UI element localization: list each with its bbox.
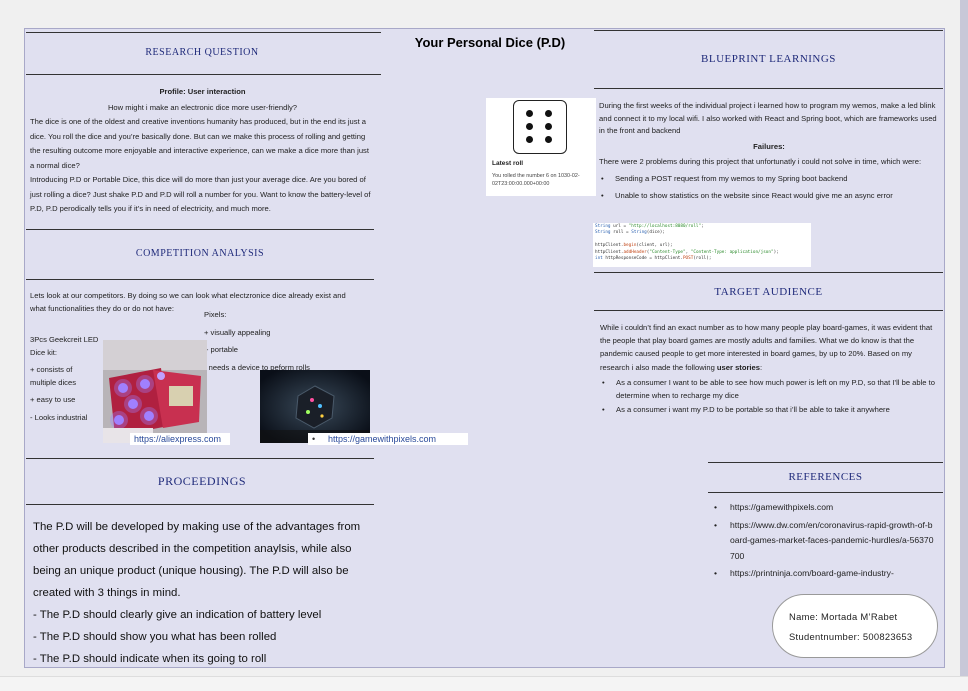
research-paragraph: Introducing P.D or Portable Dice, this d… xyxy=(30,175,371,213)
audience-body: While i couldn’t find an exact number as… xyxy=(600,321,938,417)
research-body: Profile: User interaction How might i ma… xyxy=(30,85,375,217)
divider xyxy=(594,88,943,89)
audience-heading: TARGET AUDIENCE xyxy=(714,286,823,298)
pixels-title: Pixels: xyxy=(204,310,227,319)
research-paragraph: The dice is one of the oldest and creati… xyxy=(30,117,369,170)
latest-roll-label: Latest roll xyxy=(492,160,524,167)
gamewithpixels-link[interactable]: • https://gamewithpixels.com xyxy=(308,433,468,445)
geekcreit-item: + easy to use xyxy=(30,395,76,404)
user-story: As a consumer I want to be able to see h… xyxy=(600,376,938,402)
aliexpress-link[interactable]: https://aliexpress.com xyxy=(130,433,230,445)
failure-item: Sending a POST request from my wemos to … xyxy=(599,173,939,186)
proceedings-item: - The P.D should clearly give an indicat… xyxy=(33,609,322,621)
window-edge xyxy=(960,0,968,690)
pixels-item: + portable xyxy=(204,345,238,354)
competition-heading: COMPETITION ANALYSIS xyxy=(135,248,265,259)
user-stories-label: user stories xyxy=(716,362,760,372)
geekcreit-item: - Looks industrial xyxy=(30,412,88,422)
reference-item[interactable]: https://printninja.com/board-game-indust… xyxy=(712,566,937,582)
reference-item[interactable]: https://www.dw.com/en/coronavirus-rapid-… xyxy=(712,518,937,565)
divider xyxy=(26,74,381,75)
proceedings-item: - The P.D should show you what has been … xyxy=(33,631,277,643)
research-question: How might i make an electronic dice more… xyxy=(107,102,298,112)
author-name: Name: Mortada M’Rabet xyxy=(789,611,898,622)
divider xyxy=(26,229,374,230)
blueprint-paragraph: During the first weeks of the individual… xyxy=(599,101,937,136)
failure-item: Unable to show statistics on the website… xyxy=(599,190,939,203)
audience-paragraph: While i couldn’t find an exact number as… xyxy=(600,323,933,372)
user-story: As a consumer i want my P.D to be portab… xyxy=(600,403,938,416)
geekcreit-title: 3Pcs Geekcreit LED Dice kit: xyxy=(30,335,99,357)
divider xyxy=(594,272,943,273)
blueprint-heading: BLUEPRINT LEARNINGS xyxy=(701,53,836,65)
latest-roll-card: Latest roll You rolled the number 6 on 1… xyxy=(486,98,596,196)
proceedings-heading: PROCEEDINGS xyxy=(157,474,247,488)
student-number: Studentnumber: 500823653 xyxy=(789,631,913,642)
poster-title: Your Personal Dice (P.D) xyxy=(414,35,566,50)
gamewithpixels-link-text[interactable]: https://gamewithpixels.com xyxy=(328,433,436,445)
divider xyxy=(26,32,381,33)
pixels-notes: Pixels: + visually appealing + portable … xyxy=(204,306,364,376)
geekcreit-dice-photo xyxy=(103,340,207,443)
blueprint-paragraph: There were 2 problems during this projec… xyxy=(599,157,922,167)
divider xyxy=(26,279,374,280)
author-box: Name: Mortada M’Rabet Studentnumber: 500… xyxy=(772,594,938,658)
divider xyxy=(594,310,943,311)
research-profile: Profile: User interaction xyxy=(159,87,246,96)
divider xyxy=(708,462,943,463)
divider xyxy=(26,458,374,459)
divider xyxy=(26,504,374,505)
pixels-item: + visually appealing xyxy=(204,327,271,337)
proceedings-item: - The P.D should indicate when its going… xyxy=(33,653,267,665)
proceedings-body: The P.D will be developed by making use … xyxy=(33,516,373,670)
references-heading: REFERENCES xyxy=(788,471,863,483)
latest-roll-text: You rolled the number 6 on 1030-02-02T23… xyxy=(492,173,580,187)
bullet: • xyxy=(312,434,316,444)
divider xyxy=(594,30,943,31)
research-heading: RESEARCH QUESTION xyxy=(145,47,259,58)
code-snippet: String url = "http://localhost:8080/roll… xyxy=(593,223,811,267)
dice-six-icon xyxy=(513,100,567,154)
status-bar xyxy=(0,676,968,691)
failures-label: Failures: xyxy=(753,141,785,151)
blueprint-body: During the first weeks of the individual… xyxy=(599,100,939,202)
divider xyxy=(708,492,943,493)
reference-item[interactable]: https://gamewithpixels.com xyxy=(712,500,937,516)
geekcreit-item: + consists of multiple dices xyxy=(30,365,77,387)
proceedings-intro: The P.D will be developed by making use … xyxy=(33,521,361,599)
geekcreit-notes: 3Pcs Geekcreit LED Dice kit: + consists … xyxy=(30,334,100,424)
references-list: https://gamewithpixels.com https://www.d… xyxy=(712,500,937,584)
